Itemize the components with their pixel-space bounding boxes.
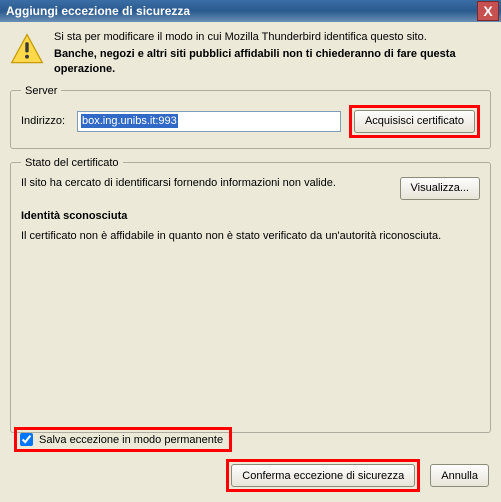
get-certificate-button[interactable]: Acquisisci certificato bbox=[354, 110, 475, 133]
identity-title: Identità sconosciuta bbox=[21, 210, 480, 222]
warning-icon bbox=[10, 32, 44, 66]
confirm-button[interactable]: Conferma eccezione di sicurezza bbox=[231, 464, 415, 487]
highlight-permanent: Salva eccezione in modo permanente bbox=[14, 427, 232, 452]
highlight-confirm: Conferma eccezione di sicurezza bbox=[226, 459, 420, 492]
intro-line1: Si sta per modificare il modo in cui Moz… bbox=[54, 30, 491, 45]
window-title: Aggiungi eccezione di sicurezza bbox=[6, 4, 190, 18]
close-button[interactable]: X bbox=[477, 1, 499, 21]
intro-text: Si sta per modificare il modo in cui Moz… bbox=[54, 30, 491, 77]
address-input[interactable] bbox=[77, 111, 341, 132]
cert-fieldset: Stato del certificato Il sito ha cercato… bbox=[10, 157, 491, 433]
dialog-content: Si sta per modificare il modo in cui Moz… bbox=[0, 22, 501, 502]
server-fieldset: Server Indirizzo: box.ing.unibs.it:993 A… bbox=[10, 85, 491, 149]
cert-desc: Il sito ha cercato di identificarsi forn… bbox=[21, 177, 390, 189]
cert-top-row: Il sito ha cercato di identificarsi forn… bbox=[21, 177, 480, 200]
close-icon: X bbox=[483, 3, 492, 19]
cert-legend: Stato del certificato bbox=[21, 157, 123, 169]
permanent-checkbox[interactable] bbox=[20, 433, 33, 446]
permanent-label: Salva eccezione in modo permanente bbox=[39, 434, 223, 446]
intro-section: Si sta per modificare il modo in cui Moz… bbox=[10, 30, 491, 77]
permanent-label-wrap[interactable]: Salva eccezione in modo permanente bbox=[20, 433, 223, 446]
intro-line2: Banche, negozi e altri siti pubblici aff… bbox=[54, 47, 491, 77]
identity-desc: Il certificato non è affidabile in quant… bbox=[21, 230, 480, 242]
footer: Conferma eccezione di sicurezza Annulla bbox=[226, 459, 489, 492]
address-label: Indirizzo: bbox=[21, 115, 69, 127]
titlebar: Aggiungi eccezione di sicurezza X bbox=[0, 0, 501, 22]
address-input-wrap: box.ing.unibs.it:993 bbox=[77, 111, 341, 132]
permanent-row: Salva eccezione in modo permanente bbox=[14, 427, 232, 452]
server-legend: Server bbox=[21, 85, 61, 97]
cancel-button[interactable]: Annulla bbox=[430, 464, 489, 487]
highlight-get-cert: Acquisisci certificato bbox=[349, 105, 480, 138]
server-row: Indirizzo: box.ing.unibs.it:993 Acquisis… bbox=[21, 105, 480, 138]
view-certificate-button[interactable]: Visualizza... bbox=[400, 177, 481, 200]
